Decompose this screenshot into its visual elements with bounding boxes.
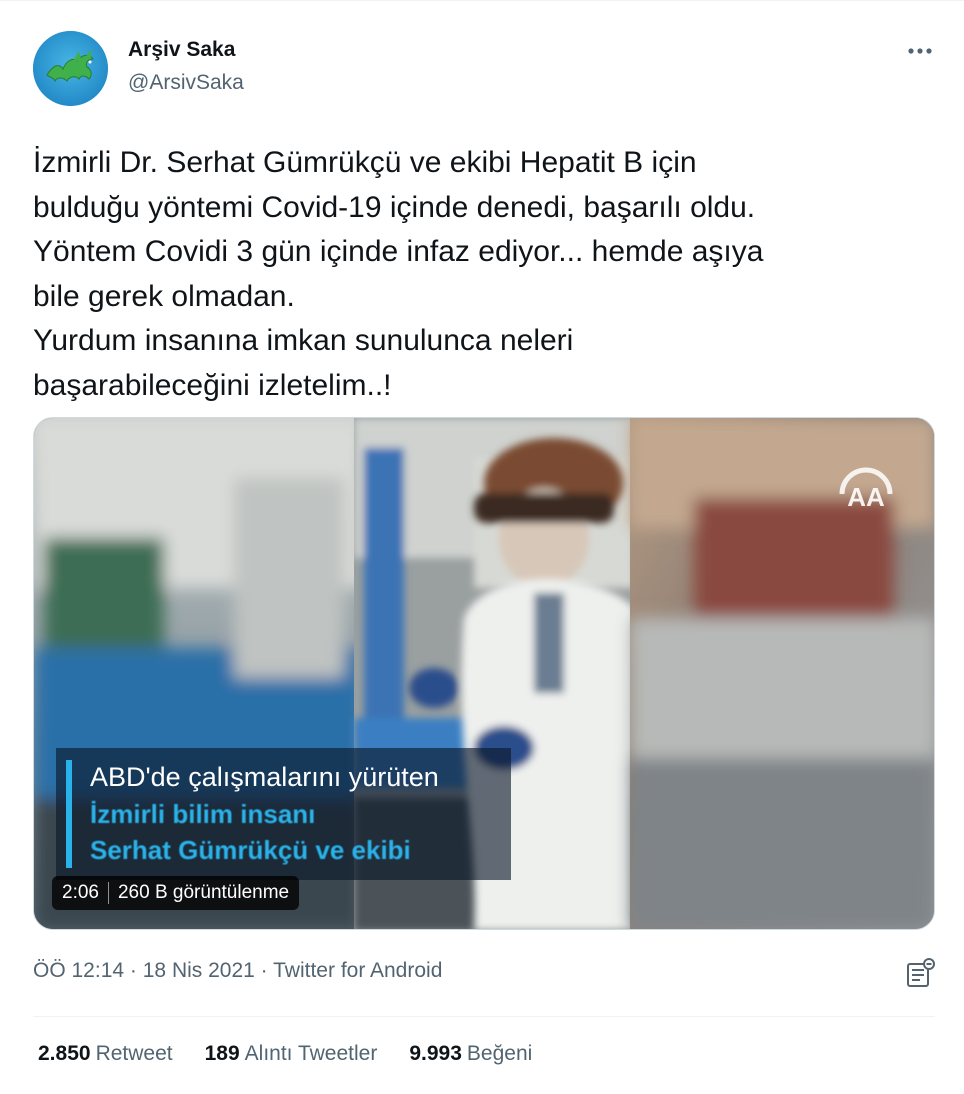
quote-tweets-stat[interactable]: 189 Alıntı Tweetler bbox=[205, 1042, 378, 1066]
likes-label: Beğeni bbox=[466, 1042, 533, 1065]
video-views: 260 B görüntülenme bbox=[117, 882, 290, 903]
analytics-icon[interactable] bbox=[905, 957, 937, 989]
quote-tweets-count: 189 bbox=[204, 1042, 240, 1065]
caption-line-1: ABD'de çalışmalarını yürüten bbox=[90, 762, 439, 792]
tweet-date[interactable]: 18 Nis 2021 bbox=[143, 959, 255, 982]
stats-divider bbox=[33, 1016, 935, 1017]
meta-separator: · bbox=[260, 959, 268, 982]
likes-stat[interactable]: 9.993 Beğeni bbox=[409, 1042, 532, 1066]
video-player[interactable]: AA ABD'de çalışmalarını yürüten İzmirli … bbox=[33, 417, 935, 930]
tweet-meta: ÖÖ 12:14 · 18 Nis 2021 · Twitter for And… bbox=[33, 959, 442, 983]
caption-accent-bar bbox=[66, 760, 72, 868]
avatar[interactable] bbox=[33, 31, 108, 106]
caption-line-3: Serhat Gümrükçü ve ekibi bbox=[90, 835, 411, 865]
meta-separator: · bbox=[129, 959, 137, 982]
retweets-count: 2.850 bbox=[38, 1042, 91, 1065]
dragon-logo-icon bbox=[33, 31, 108, 106]
user-handle[interactable]: @ArsivSaka bbox=[128, 71, 244, 95]
retweets-label: Retweet bbox=[95, 1042, 173, 1065]
video-caption-overlay: ABD'de çalışmalarını yürüten İzmirli bil… bbox=[56, 748, 511, 880]
tweet-text: İzmirli Dr. Serhat Gümrükçü ve ekibi Hep… bbox=[33, 146, 764, 402]
tweet-time[interactable]: ÖÖ 12:14 bbox=[33, 959, 124, 982]
more-dots-icon bbox=[908, 48, 932, 54]
tweet-card: Arşiv Saka @ArsivSaka İzmirli Dr. Serhat… bbox=[0, 0, 964, 1094]
quote-tweets-label: Alıntı Tweetler bbox=[244, 1042, 378, 1065]
badge-separator bbox=[107, 882, 109, 904]
video-duration: 2:06 bbox=[62, 882, 99, 903]
tweet-stats: 2.850 Retweet 189 Alıntı Tweetler 9.993 Beğ… bbox=[38, 1042, 564, 1066]
tweet-source[interactable]: Twitter for Android bbox=[273, 959, 442, 982]
video-info-badge: 2:06 260 B görüntülenme bbox=[52, 876, 300, 910]
user-display-name[interactable]: Arşiv Saka bbox=[128, 38, 235, 62]
aa-watermark-icon: AA bbox=[839, 467, 893, 512]
more-options-button[interactable] bbox=[900, 35, 940, 67]
retweets-stat[interactable]: 2.850 Retweet bbox=[38, 1042, 173, 1066]
likes-count: 9.993 bbox=[409, 1042, 462, 1065]
aa-watermark-text: AA bbox=[847, 482, 885, 512]
caption-line-2: İzmirli bilim insanı bbox=[90, 799, 316, 829]
